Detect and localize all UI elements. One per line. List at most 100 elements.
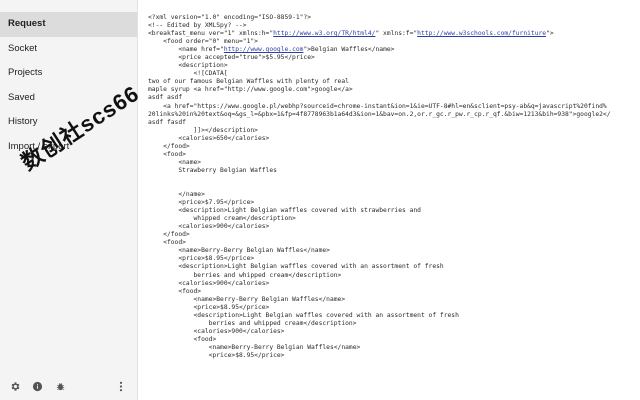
code-line: <name>Berry-Berry Belgian Waffles</name> <box>148 296 640 304</box>
response-viewer[interactable]: <?xml version="1.0" encoding="ISO-8859-1… <box>138 0 640 400</box>
xml-code-view: <?xml version="1.0" encoding="ISO-8859-1… <box>148 14 640 360</box>
code-line: <calories>900</calories> <box>148 280 640 288</box>
code-line: <?xml version="1.0" encoding="ISO-8859-1… <box>148 14 640 22</box>
code-text: <name href=" <box>148 46 224 54</box>
code-text: "> <box>546 30 554 38</box>
code-line: </food> <box>148 231 640 239</box>
code-text: <price>$8.95</price> <box>148 303 270 311</box>
code-line: <food> <box>148 151 640 159</box>
code-text: </food> <box>148 231 190 239</box>
code-line: <food> <box>148 239 640 247</box>
code-text: berries and whipped cream</description> <box>148 271 342 279</box>
code-line: berries and whipped cream</description> <box>148 272 640 280</box>
code-text: two of our famous Belgian Waffles with p… <box>148 78 349 86</box>
code-text: " xmlns:f=" <box>375 30 418 38</box>
sidebar-footer <box>0 376 137 396</box>
code-line: <name>Berry-Berry Belgian Waffles</name> <box>148 247 640 255</box>
sidebar-item-socket[interactable]: Socket <box>0 37 137 62</box>
code-text: <calories>650</calories> <box>148 134 270 142</box>
code-text: <!-- Edited by XMLSpy? --> <box>148 22 247 30</box>
code-line: <price accepted="true">$5.95</price> <box>148 54 640 62</box>
code-line: <food order="0" menu="1"> <box>148 38 640 46</box>
code-text: <calories>900</calories> <box>148 223 270 231</box>
code-line: <calories>900</calories> <box>148 328 640 336</box>
code-line: <calories>900</calories> <box>148 223 640 231</box>
code-text: ]]></description> <box>148 126 258 134</box>
code-link[interactable]: http://www.w3.org/TR/html4/ <box>273 30 375 37</box>
code-line: </name> <box>148 191 640 199</box>
code-text: <description>Light Belgian waffles cover… <box>148 207 421 215</box>
code-line: <food> <box>148 336 640 344</box>
code-line: ]]></description> <box>148 127 640 135</box>
code-text: <calories>900</calories> <box>148 279 270 287</box>
code-line: <price>$8.95</price> <box>148 304 640 312</box>
code-text: <food> <box>148 239 186 247</box>
code-text: <price>$7.95</price> <box>148 199 255 207</box>
code-line: <name> <box>148 159 640 167</box>
code-line: </food> <box>148 143 640 151</box>
code-text: asdf fasdf <box>148 118 186 126</box>
code-line: whipped cream</description> <box>148 215 640 223</box>
sidebar-item-request[interactable]: Request <box>0 12 137 37</box>
code-line: <calories>650</calories> <box>148 135 640 143</box>
code-text: whipped cream</description> <box>148 215 296 223</box>
code-text: <description>Light Belgian waffles cover… <box>148 263 444 271</box>
code-line: <description>Light Belgian waffles cover… <box>148 207 640 215</box>
code-text: <price>$8.95</price> <box>148 255 255 263</box>
code-line: <food> <box>148 288 640 296</box>
code-text: <name>Berry-Berry Belgian Waffles</name> <box>148 295 346 303</box>
sidebar-item-projects[interactable]: Projects <box>0 61 137 86</box>
code-text: <name> <box>148 158 202 166</box>
code-text: <food> <box>148 287 202 295</box>
code-text: <food order="0" menu="1"> <box>148 38 258 46</box>
code-text: <description>Light Belgian waffles cover… <box>148 311 459 319</box>
code-text: <food> <box>148 335 217 343</box>
code-text: <?xml version="1.0" encoding="ISO-8859-1… <box>148 14 312 21</box>
code-line: berries and whipped cream</description> <box>148 320 640 328</box>
code-text: <price accepted="true">$5.95</price> <box>148 54 315 62</box>
code-link[interactable]: http://www.google.com <box>224 46 304 53</box>
code-text: </name> <box>148 191 205 199</box>
code-line: <price>$8.95</price> <box>148 255 640 263</box>
code-line: maple syrup <a href="http://www.google.c… <box>148 86 640 94</box>
code-text: <name>Berry-Berry Belgian Waffles</name> <box>148 247 330 255</box>
code-text: <description> <box>148 62 228 70</box>
code-text: Strawberry Belgian Waffles <box>148 166 277 174</box>
code-text: <name>Berry-Berry Belgian Waffles</name> <box>148 343 361 351</box>
code-line: asdf fasdf <box>148 119 640 127</box>
code-line: <a href="https://www.google.pl/webhp?sou… <box>148 103 640 111</box>
code-text: 20links%20in%20text&oq=&gs_l=&pbx=1&fp=4… <box>148 110 611 118</box>
code-line: asdf asdf <box>148 94 640 102</box>
code-line: two of our famous Belgian Waffles with p… <box>148 78 640 86</box>
code-line: <![CDATA[ <box>148 70 640 78</box>
code-text: berries and whipped cream</description> <box>148 319 357 327</box>
code-text: maple syrup <a href="http://www.google.c… <box>148 86 353 94</box>
more-vert-icon[interactable] <box>113 378 129 394</box>
code-text: </food> <box>148 142 190 150</box>
code-link[interactable]: http://www.w3schools.com/furniture <box>417 30 546 37</box>
code-text: <food> <box>148 150 186 158</box>
bug-icon[interactable] <box>52 378 68 394</box>
code-text: <price>$8.95</price> <box>148 351 285 359</box>
code-line: 20links%20in%20text&oq=&gs_l=&pbx=1&fp=4… <box>148 111 640 119</box>
code-line: <price>$7.95</price> <box>148 199 640 207</box>
code-text: ">Belgian Waffles</name> <box>303 46 395 54</box>
code-text: <breakfast_menu ver="1" xmlns:h=" <box>148 30 274 38</box>
gear-icon[interactable] <box>7 378 23 394</box>
code-text: <a href="https://www.google.pl/webhp?sou… <box>148 102 607 110</box>
code-line: <name href="http://www.google.com">Belgi… <box>148 46 640 54</box>
code-line: <description> <box>148 62 640 70</box>
code-line: <!-- Edited by XMLSpy? --> <box>148 22 640 30</box>
code-line: <description>Light Belgian waffles cover… <box>148 312 640 320</box>
code-text: asdf asdf <box>148 94 183 102</box>
code-line: <description>Light Belgian waffles cover… <box>148 263 640 271</box>
code-line: <price>$8.95</price> <box>148 352 640 360</box>
code-text: <![CDATA[ <box>148 70 228 78</box>
code-text: <calories>900</calories> <box>148 327 285 335</box>
code-line: <name>Berry-Berry Belgian Waffles</name> <box>148 344 640 352</box>
sidebar: Request Socket Projects Saved History Import … <box>0 0 144 400</box>
code-line: <breakfast_menu ver="1" xmlns:h="http://… <box>148 30 640 38</box>
info-icon[interactable] <box>29 378 45 394</box>
